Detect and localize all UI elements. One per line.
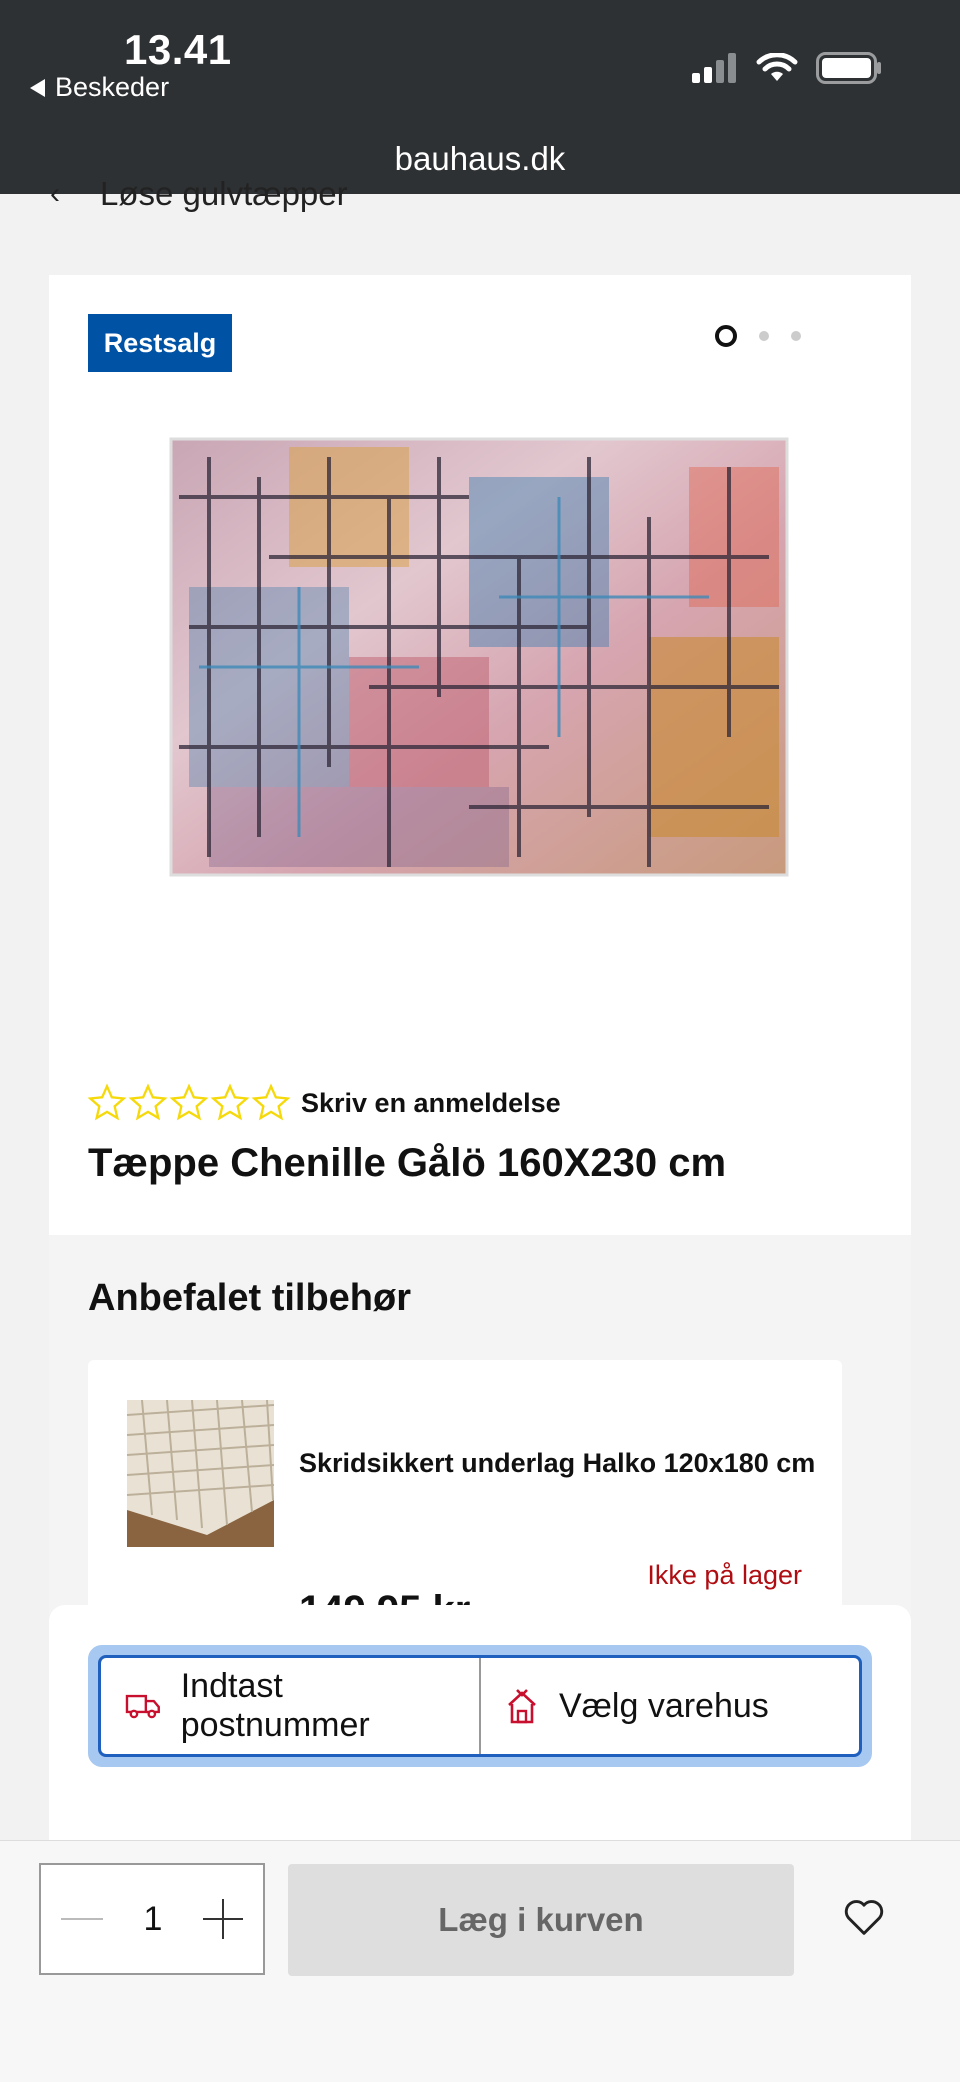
image-pagination[interactable] (715, 325, 801, 347)
store-icon (508, 1689, 536, 1724)
accessory-name[interactable]: Skridsikkert underlag Halko 120x180 cm (299, 1448, 815, 1479)
back-to-app-button[interactable]: Beskeder (30, 72, 169, 103)
rating-row[interactable]: Skriv en anmeldelse (87, 1083, 561, 1123)
wifi-icon (756, 53, 798, 81)
add-to-cart-button[interactable]: Læg i kurven (288, 1864, 794, 1976)
sticky-cart-bar: 1 Læg i kurven (0, 1840, 960, 2082)
back-app-label: Beskeder (55, 72, 170, 102)
breadcrumb-label: Løse gulvtæpper (100, 175, 348, 212)
url-bar[interactable]: bauhaus.dk (0, 140, 960, 178)
minus-icon[interactable] (61, 1917, 103, 1921)
star-icon (128, 1083, 168, 1121)
star-icon (210, 1083, 250, 1121)
clock: 13.41 (124, 26, 232, 73)
star-icon (87, 1083, 127, 1121)
heart-icon[interactable] (842, 1897, 886, 1937)
product-image[interactable] (169, 437, 789, 877)
truck-icon (125, 1694, 160, 1719)
pagination-dot-3[interactable] (791, 331, 801, 341)
accessory-image[interactable] (127, 1400, 274, 1547)
recommended-accessories: Anbefalet tilbehør Skridsikkert underlag… (49, 1235, 911, 1640)
plus-icon[interactable] (202, 1899, 243, 1939)
chevron-left-icon: ‹ (50, 177, 60, 210)
store-label: Vælg varehus (559, 1686, 769, 1725)
stock-status: Ikke på lager (647, 1560, 802, 1590)
status-bar: 13.41 Beskeder bauhaus.dk (0, 0, 960, 194)
rating-stars (87, 1083, 291, 1123)
product-title: Tæppe Chenille Gålö 160X230 cm (88, 1141, 727, 1185)
postcode-label: Indtast postnummer (180, 1667, 370, 1744)
battery-icon (816, 52, 881, 84)
accessory-card[interactable]: Skridsikkert underlag Halko 120x180 cm I… (88, 1360, 842, 1640)
pagination-dot-2[interactable] (759, 331, 769, 341)
star-icon (251, 1083, 291, 1121)
choose-store-button[interactable]: Vælg varehus (479, 1658, 859, 1754)
write-review-link[interactable]: Skriv en anmeldelse (301, 1088, 561, 1119)
sale-badge: Restsalg (88, 314, 232, 372)
product-card: Restsalg Skriv en anmeldelse Tæppe Cheni… (49, 275, 911, 1235)
back-triangle-icon (30, 78, 45, 97)
quantity-stepper[interactable]: 1 (39, 1863, 265, 1975)
quantity-value[interactable]: 1 (144, 1900, 163, 1939)
section-title: Anbefalet tilbehør (88, 1277, 412, 1319)
availability-selector: Indtast postnummer Vælg varehus (88, 1645, 872, 1767)
postcode-button[interactable]: Indtast postnummer (101, 1658, 479, 1754)
star-icon (169, 1083, 209, 1121)
breadcrumb[interactable]: ‹ Løse gulvtæpper (50, 175, 348, 213)
pagination-dot-1[interactable] (715, 325, 737, 347)
signal-icon (692, 53, 736, 83)
